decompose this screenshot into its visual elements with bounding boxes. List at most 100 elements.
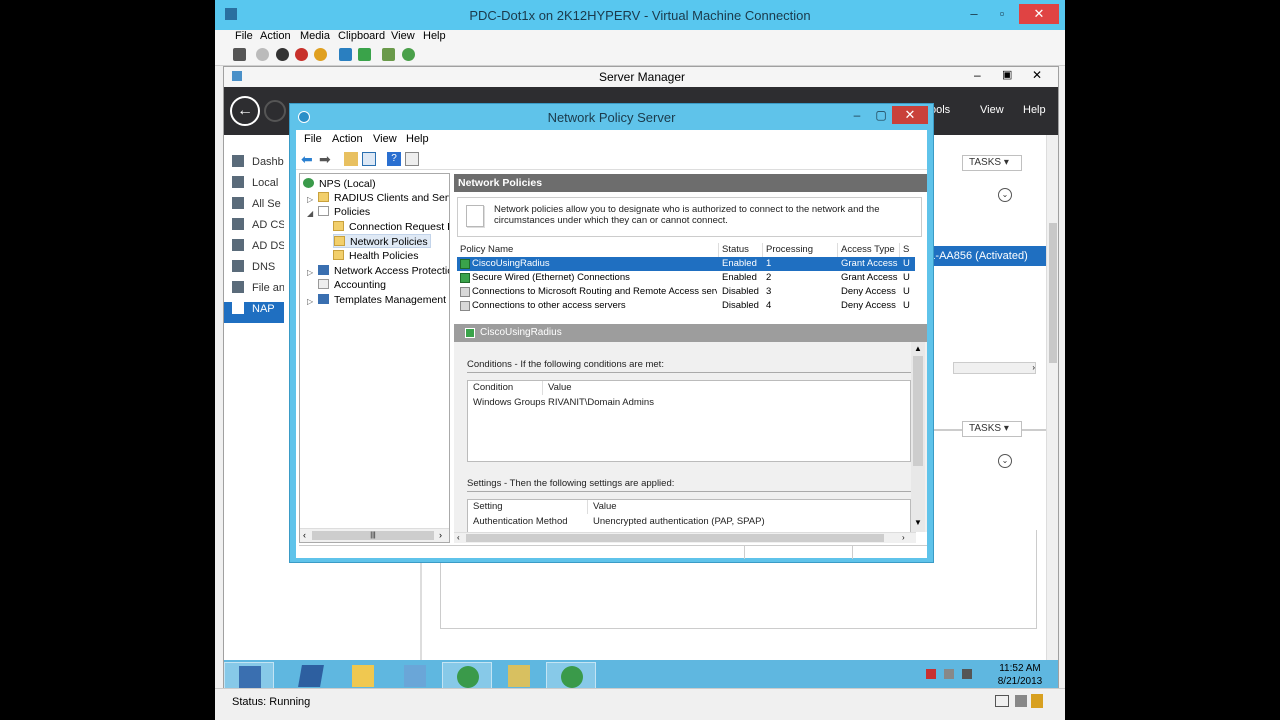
scroll-left-icon[interactable]: ‹ — [303, 530, 306, 540]
vm-menu-media[interactable]: Media — [300, 30, 330, 42]
collapse-arrow-icon[interactable]: ◢ — [307, 209, 313, 218]
nps-minimize-button[interactable]: – — [844, 106, 870, 124]
taskbar-tool[interactable] — [390, 662, 440, 690]
chevron-down-icon[interactable]: ⌄ — [998, 188, 1012, 202]
column-header-condition[interactable]: Condition — [468, 381, 543, 395]
back-arrow-icon[interactable]: ← — [230, 96, 260, 126]
scroll-right-icon[interactable]: › — [439, 530, 442, 540]
taskbar-server-manager[interactable] — [224, 662, 274, 690]
nav-item-file-storage[interactable]: File an — [232, 281, 284, 302]
column-header-policy-name[interactable]: Policy Name — [457, 243, 719, 257]
properties-icon[interactable] — [405, 152, 419, 166]
expand-arrow-icon[interactable]: ▷ — [307, 297, 313, 306]
save-icon[interactable] — [314, 48, 327, 61]
nav-item-local-server[interactable]: Local — [232, 176, 284, 197]
nps-menu-file[interactable]: File — [304, 133, 322, 145]
nav-item-nap[interactable]: NAP — [224, 302, 284, 323]
vm-menu-action[interactable]: Action — [260, 30, 291, 42]
scroll-thumb[interactable] — [1049, 223, 1057, 363]
nav-item-dns[interactable]: DNS — [232, 260, 284, 281]
tree-node-connection-request[interactable]: Connection Request Po — [333, 220, 449, 234]
tree-node-nap[interactable]: Network Access Protection — [318, 264, 449, 278]
taskbar-gpo[interactable] — [494, 662, 544, 690]
checkpoint-icon[interactable] — [382, 48, 395, 61]
network-icon[interactable] — [944, 669, 954, 679]
tree-node-network-policies[interactable]: Network Policies — [333, 234, 431, 248]
action-center-icon[interactable] — [926, 669, 936, 679]
sm-menu-help[interactable]: Help — [1023, 104, 1046, 116]
nps-close-button[interactable]: ✕ — [892, 106, 928, 124]
ctrl-alt-del-icon[interactable] — [233, 48, 246, 61]
taskbar-explorer[interactable] — [338, 662, 388, 690]
tree-node-radius[interactable]: RADIUS Clients and Servers — [318, 191, 449, 205]
nps-maximize-button[interactable]: ▢ — [868, 106, 894, 124]
table-row[interactable]: Connections to other access servers Disa… — [457, 299, 915, 313]
tree-node-health-policies[interactable]: Health Policies — [333, 249, 418, 263]
help-icon[interactable]: ? — [387, 152, 401, 166]
pause-icon[interactable] — [339, 48, 352, 61]
scroll-down-icon[interactable]: ▼ — [911, 518, 925, 527]
scroll-thumb[interactable] — [466, 534, 884, 542]
nav-item-all-servers[interactable]: All Se — [232, 197, 284, 218]
vm-menu-clipboard[interactable]: Clipboard — [338, 30, 385, 42]
taskbar-nps-2[interactable] — [546, 662, 596, 690]
tasks-dropdown-bottom[interactable]: TASKS ▾ — [962, 421, 1022, 437]
expand-arrow-icon[interactable]: ▷ — [307, 195, 313, 204]
column-header-setting[interactable]: Setting — [468, 500, 588, 514]
column-header-setting-value[interactable]: Value — [588, 500, 898, 514]
start-icon[interactable] — [256, 48, 269, 61]
taskbar-nps[interactable] — [442, 662, 492, 690]
nav-item-dashboard[interactable]: Dashb — [232, 155, 284, 176]
details-horizontal-scrollbar[interactable]: ‹ › — [454, 532, 916, 543]
table-row[interactable]: CiscoUsingRadius Enabled 1 Grant Access … — [457, 257, 915, 271]
back-icon[interactable]: ⬅ — [301, 152, 315, 166]
taskbar-clock[interactable]: 11:52 AM 8/21/2013 — [990, 662, 1050, 688]
vm-menu-file[interactable]: File — [235, 30, 253, 42]
detail-vertical-scrollbar[interactable]: ▲ ▼ — [911, 342, 925, 532]
tree-node-policies[interactable]: Policies — [318, 205, 370, 219]
nps-menu-help[interactable]: Help — [406, 133, 429, 145]
scroll-thumb[interactable] — [913, 356, 923, 466]
column-header-value[interactable]: Value — [543, 381, 910, 395]
revert-icon[interactable] — [402, 48, 415, 61]
volume-icon[interactable] — [962, 669, 972, 679]
vm-maximize-button[interactable]: ▫ — [989, 4, 1015, 24]
sm-menu-view[interactable]: View — [980, 104, 1004, 116]
nps-menu-action[interactable]: Action — [332, 133, 363, 145]
sm-restore-button[interactable]: ▣ — [1002, 68, 1012, 81]
forward-icon[interactable]: ➡ — [319, 152, 333, 166]
scroll-thumb[interactable]: ||| — [312, 531, 434, 540]
nav-item-ad-ds[interactable]: AD DS — [232, 239, 284, 260]
column-header-status[interactable]: Status — [719, 243, 763, 257]
turn-off-icon[interactable] — [276, 48, 289, 61]
tasks-dropdown-top[interactable]: TASKS ▾ — [962, 155, 1022, 171]
column-header-source[interactable]: S — [900, 243, 915, 257]
tree-node-nps-local[interactable]: NPS (Local) — [303, 177, 376, 191]
table-row[interactable]: Secure Wired (Ethernet) Connections Enab… — [457, 271, 915, 285]
tree-node-templates[interactable]: Templates Management — [318, 293, 446, 307]
tree-horizontal-scrollbar[interactable]: ‹ ||| › — [300, 528, 449, 542]
horizontal-scrollbar[interactable]: › — [953, 362, 1036, 374]
table-row[interactable]: Connections to Microsoft Routing and Rem… — [457, 285, 915, 299]
vm-close-button[interactable]: ✕ — [1019, 4, 1059, 24]
scroll-left-icon[interactable]: ‹ — [457, 533, 460, 542]
sm-vertical-scrollbar[interactable] — [1046, 135, 1058, 660]
shutdown-icon[interactable] — [295, 48, 308, 61]
sm-minimize-button[interactable]: – — [974, 68, 981, 82]
forward-arrow-icon[interactable] — [264, 100, 286, 122]
show-hide-tree-icon[interactable] — [362, 152, 376, 166]
chevron-down-icon[interactable]: ⌄ — [998, 454, 1012, 468]
nps-menu-view[interactable]: View — [373, 133, 397, 145]
sm-close-button[interactable]: ✕ — [1032, 68, 1042, 82]
up-folder-icon[interactable] — [344, 152, 358, 166]
nav-item-ad-cs[interactable]: AD CS — [232, 218, 284, 239]
tree-node-accounting[interactable]: Accounting — [318, 278, 386, 292]
scroll-up-icon[interactable]: ▲ — [911, 344, 925, 353]
column-header-processing-order[interactable]: Processing Order — [763, 243, 838, 269]
reset-icon[interactable] — [358, 48, 371, 61]
column-header-access-type[interactable]: Access Type — [838, 243, 900, 257]
taskbar-powershell[interactable] — [286, 662, 336, 690]
scroll-right-icon[interactable]: › — [902, 533, 905, 542]
vm-menu-help[interactable]: Help — [423, 30, 446, 42]
vm-minimize-button[interactable]: – — [961, 4, 987, 24]
